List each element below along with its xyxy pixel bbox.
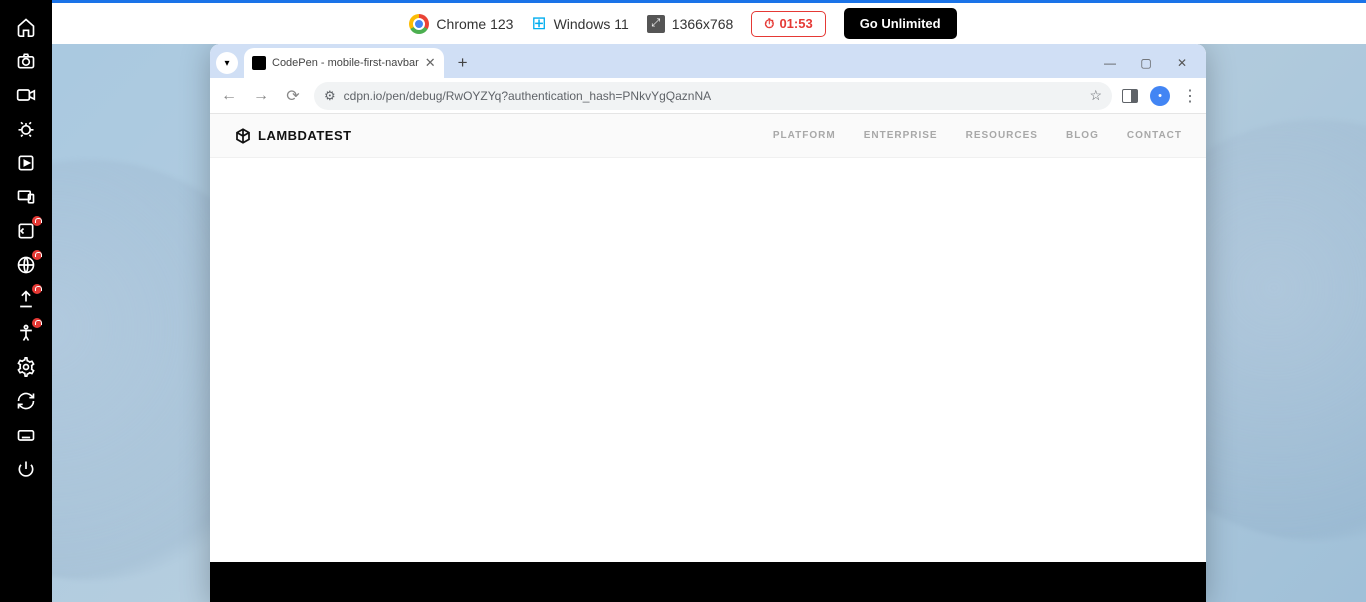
tab-title: CodePen - mobile-first-navbar — [272, 57, 419, 69]
browser-tab[interactable]: CodePen - mobile-first-navbar ✕ — [244, 48, 444, 78]
nav-blog[interactable]: BLOG — [1066, 130, 1099, 141]
windows-icon: ⊞ — [531, 13, 546, 34]
site-nav: PLATFORM ENTERPRISE RESOURCES BLOG CONTA… — [773, 130, 1182, 141]
page-footer-band — [210, 562, 1206, 602]
site-settings-icon[interactable]: ⚙ — [324, 88, 336, 104]
browser-window: ▾ CodePen - mobile-first-navbar ✕ + — ▢ … — [210, 44, 1206, 602]
nav-enterprise[interactable]: ENTERPRISE — [864, 130, 938, 141]
settings-icon[interactable] — [0, 350, 52, 384]
chrome-icon — [409, 14, 429, 34]
camera-icon[interactable] — [0, 44, 52, 78]
maximize-button[interactable]: ▢ — [1128, 50, 1164, 76]
os-label: Windows 11 — [554, 16, 629, 32]
session-info-bar: Chrome 123 ⊞ Windows 11 ⤢ 1366x768 ⏱ 01:… — [0, 0, 1366, 44]
forward-button[interactable]: → — [250, 87, 272, 105]
side-panel-icon[interactable] — [1122, 89, 1138, 103]
timer-icon: ⏱ — [764, 16, 774, 32]
lock-badge-icon — [32, 216, 42, 226]
back-button[interactable]: ← — [218, 87, 240, 105]
go-unlimited-button[interactable]: Go Unlimited — [844, 8, 957, 39]
tab-strip: ▾ CodePen - mobile-first-navbar ✕ + — ▢ … — [210, 44, 1206, 78]
logo-text: LAMBDATEST — [258, 128, 352, 143]
url-field[interactable]: ⚙ cdpn.io/pen/debug/RwOYZYq?authenticati… — [314, 82, 1112, 110]
minimize-button[interactable]: — — [1092, 50, 1128, 76]
tab-search-button[interactable]: ▾ — [216, 52, 238, 74]
upload-icon[interactable] — [0, 282, 52, 316]
profile-avatar[interactable]: • — [1150, 86, 1170, 106]
lock-badge-icon — [32, 250, 42, 260]
close-window-button[interactable]: ✕ — [1164, 50, 1200, 76]
site-logo[interactable]: LAMBDATEST — [234, 127, 352, 145]
resolution-label: 1366x768 — [672, 16, 734, 32]
address-bar: ← → ⟳ ⚙ cdpn.io/pen/debug/RwOYZYq?authen… — [210, 78, 1206, 114]
devices-icon[interactable] — [0, 180, 52, 214]
logo-icon — [234, 127, 252, 145]
resolution-info: ⤢ 1366x768 — [647, 15, 734, 33]
accessibility-icon[interactable] — [0, 316, 52, 350]
keyboard-icon[interactable] — [0, 418, 52, 452]
close-tab-button[interactable]: ✕ — [425, 55, 436, 71]
resolution-icon: ⤢ — [647, 15, 665, 33]
page-content: LAMBDATEST PLATFORM ENTERPRISE RESOURCES… — [210, 114, 1206, 602]
os-info: ⊞ Windows 11 — [531, 13, 628, 34]
lock-badge-icon — [32, 284, 42, 294]
menu-kebab-icon[interactable]: ⋮ — [1182, 86, 1198, 106]
site-header: LAMBDATEST PLATFORM ENTERPRISE RESOURCES… — [210, 114, 1206, 158]
video-icon[interactable] — [0, 78, 52, 112]
tool-sidebar — [0, 0, 52, 602]
timer-value: 01:53 — [779, 16, 812, 31]
window-controls: — ▢ ✕ — [1092, 50, 1200, 76]
page-body — [210, 158, 1206, 562]
nav-contact[interactable]: CONTACT — [1127, 130, 1182, 141]
gallery-icon[interactable] — [0, 146, 52, 180]
toolbar-right: • ⋮ — [1122, 86, 1198, 106]
switch-icon[interactable] — [0, 214, 52, 248]
browser-info: Chrome 123 — [409, 14, 513, 34]
bug-icon[interactable] — [0, 112, 52, 146]
session-timer: ⏱ 01:53 — [751, 11, 825, 37]
network-icon[interactable] — [0, 248, 52, 282]
bookmark-star-icon[interactable]: ☆ — [1089, 87, 1102, 104]
refresh-icon[interactable] — [0, 384, 52, 418]
nav-resources[interactable]: RESOURCES — [966, 130, 1038, 141]
browser-label: Chrome 123 — [436, 16, 513, 32]
home-icon[interactable] — [0, 10, 52, 44]
favicon-icon — [252, 56, 266, 70]
new-tab-button[interactable]: + — [450, 50, 476, 76]
nav-platform[interactable]: PLATFORM — [773, 130, 836, 141]
reload-button[interactable]: ⟳ — [282, 86, 304, 106]
power-icon[interactable] — [0, 452, 52, 486]
lock-badge-icon — [32, 318, 42, 328]
url-text: cdpn.io/pen/debug/RwOYZYq?authentication… — [344, 89, 711, 103]
